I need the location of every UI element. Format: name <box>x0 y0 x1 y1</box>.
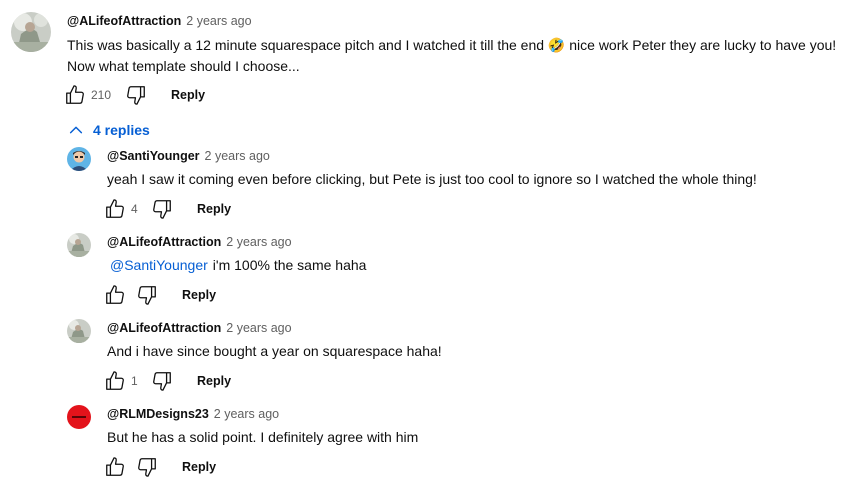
author-name[interactable]: @ALifeofAttraction <box>107 321 221 335</box>
profile-photo-icon <box>67 319 91 343</box>
thumbs-down-icon <box>153 200 171 219</box>
thumbs-up-icon <box>106 199 124 218</box>
reply-button[interactable]: Reply <box>182 288 216 302</box>
top-comment: @ALifeofAttraction 2 years ago This was b… <box>0 0 853 110</box>
comment-header: @ALifeofAttraction 2 years ago <box>107 234 292 250</box>
dislike-wrap <box>135 455 159 479</box>
comment-text-body: i'm 100% the same haha <box>212 257 367 273</box>
like-button[interactable] <box>103 369 127 393</box>
comment-actions: 1 <box>103 369 138 393</box>
comment-actions <box>103 283 127 307</box>
dislike-button[interactable] <box>150 369 174 393</box>
dislike-wrap <box>150 369 174 393</box>
reply-button[interactable]: Reply <box>182 460 216 474</box>
comment-actions: 4 <box>103 197 138 221</box>
like-count: 210 <box>91 88 112 102</box>
like-button[interactable] <box>103 455 127 479</box>
thumbs-up-icon <box>106 457 124 476</box>
comment-text-line-2: Now what template should I choose... <box>67 58 300 74</box>
mention-link[interactable]: @SantiYounger <box>110 257 208 273</box>
like-button[interactable] <box>103 197 127 221</box>
author-name[interactable]: @RLMDesigns23 <box>107 407 209 421</box>
timestamp[interactable]: 2 years ago <box>186 14 251 28</box>
comment-text-line-1: This was basically a 12 minute squarespa… <box>67 37 837 53</box>
dislike-button[interactable] <box>124 83 148 107</box>
comment-actions <box>103 455 127 479</box>
dislike-button[interactable] <box>135 283 159 307</box>
thumbs-up-icon <box>106 285 124 304</box>
dislike-button[interactable] <box>150 197 174 221</box>
author-name[interactable]: @ALifeofAttraction <box>107 235 221 249</box>
profile-photo-icon <box>11 12 51 52</box>
avatar[interactable] <box>11 12 51 52</box>
like-count: 4 <box>131 202 138 216</box>
dislike-wrap <box>124 83 148 107</box>
thumbs-down-icon <box>138 458 156 477</box>
reply-button[interactable]: Reply <box>171 88 205 102</box>
comment-text: And i have since bought a year on square… <box>107 343 442 359</box>
dislike-wrap <box>135 283 159 307</box>
thumbs-up-icon <box>106 371 124 390</box>
replies-toggle-button[interactable]: 4 replies <box>68 119 150 141</box>
profile-photo-icon <box>67 405 91 429</box>
thumbs-down-icon <box>153 372 171 391</box>
profile-photo-icon <box>67 233 91 257</box>
comment-header: @ALifeofAttraction 2 years ago <box>67 13 252 29</box>
replies-count-label: 4 replies <box>93 122 150 138</box>
chevron-up-icon <box>69 126 83 134</box>
comment-actions: 210 <box>63 83 111 107</box>
author-name[interactable]: @ALifeofAttraction <box>67 14 181 28</box>
comment-text: yeah I saw it coming even before clickin… <box>107 171 757 187</box>
timestamp[interactable]: 2 years ago <box>226 235 291 249</box>
thumbs-down-icon <box>138 286 156 305</box>
avatar[interactable] <box>67 319 91 343</box>
timestamp[interactable]: 2 years ago <box>214 407 279 421</box>
comment-header: @RLMDesigns23 2 years ago <box>107 406 279 422</box>
dislike-wrap <box>150 197 174 221</box>
like-button[interactable] <box>103 283 127 307</box>
author-name[interactable]: @SantiYounger <box>107 149 200 163</box>
thumbs-down-icon <box>127 86 145 105</box>
timestamp[interactable]: 2 years ago <box>226 321 291 335</box>
reply-button[interactable]: Reply <box>197 202 231 216</box>
comment-text: But he has a solid point. I definitely a… <box>107 429 419 445</box>
like-count: 1 <box>131 374 138 388</box>
comment-text: @SantiYounger i'm 100% the same haha <box>107 255 366 276</box>
avatar[interactable] <box>67 147 91 171</box>
comment-header: @ALifeofAttraction 2 years ago <box>107 320 292 336</box>
avatar[interactable] <box>67 233 91 257</box>
like-button[interactable] <box>63 83 87 107</box>
timestamp[interactable]: 2 years ago <box>205 149 270 163</box>
dislike-button[interactable] <box>135 455 159 479</box>
thumbs-up-icon <box>66 85 84 104</box>
profile-photo-icon <box>67 147 91 171</box>
avatar[interactable] <box>67 405 91 429</box>
comment-header: @SantiYounger 2 years ago <box>107 148 270 164</box>
reply-button[interactable]: Reply <box>197 374 231 388</box>
